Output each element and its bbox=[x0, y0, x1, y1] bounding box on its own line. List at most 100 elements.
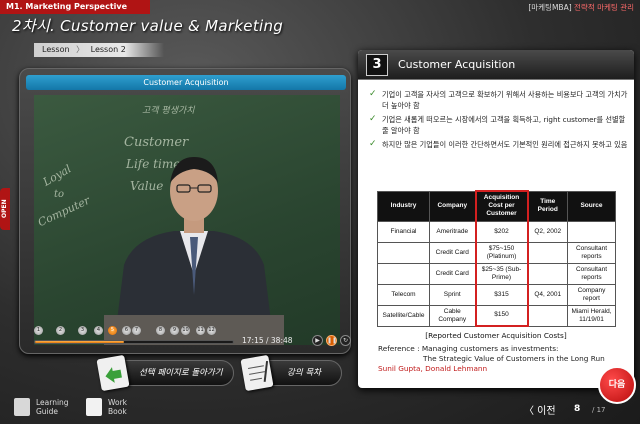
table-cell: Cable Company bbox=[429, 304, 476, 327]
checkmark-icon: ✓ bbox=[369, 89, 377, 99]
brand-label: [마케팅MBA] 전략적 마케팅 관리 bbox=[528, 2, 634, 13]
table-cell: $150 bbox=[474, 304, 529, 327]
player-title: Customer Acquisition bbox=[26, 75, 346, 90]
reference-author: Sunil Gupta, Donald Lehmann bbox=[378, 364, 488, 373]
checkmark-icon: ✓ bbox=[369, 139, 377, 149]
table-row: Satellite/Cable Cable Company $150 Miami… bbox=[377, 304, 616, 327]
bullet-text: 하지만 많은 기업들이 이러한 간단하면서도 기본적인 원리에 접근하지 못하고… bbox=[382, 140, 628, 149]
table-cell: $202 bbox=[474, 220, 529, 243]
player-controls: 1 2 3 4 5 6 7 8 9 10 11 12 17:15 / 38:48… bbox=[30, 324, 351, 350]
bullet-item: ✓ 기업은 새롭게 떠오르는 시장에서의 고객을 획득하고, right cus… bbox=[368, 114, 628, 136]
progress-fill bbox=[35, 341, 125, 343]
brand-suffix: 전략적 마케팅 관리 bbox=[574, 3, 634, 12]
replay-icon[interactable]: ↻ bbox=[340, 335, 351, 346]
chapter-marker[interactable]: 1 bbox=[34, 326, 43, 335]
total-pages: / 17 bbox=[592, 406, 606, 414]
table-row: Credit Card $25~35 (Sub-Prime) Consultan… bbox=[377, 262, 616, 285]
slide-number: 3 bbox=[366, 54, 388, 76]
course-label: M1. Marketing Perspective bbox=[0, 0, 150, 14]
workbook-icon bbox=[86, 398, 102, 416]
breadcrumb-lesson[interactable]: Lesson bbox=[42, 45, 70, 54]
bullet-text: 기업은 새롭게 떠오르는 시장에서의 고객을 획득하고, right custo… bbox=[382, 115, 626, 135]
chapter-marker-active[interactable]: 5 bbox=[108, 326, 117, 335]
prev-page-button[interactable]: 〈 이전 bbox=[524, 402, 556, 417]
breadcrumb-separator: 〉 bbox=[76, 45, 85, 54]
reference-title: The Strategic Value of Customers in the … bbox=[423, 354, 605, 363]
chapter-marker[interactable]: 4 bbox=[94, 326, 103, 335]
table-cell: Consultant reports bbox=[567, 241, 616, 264]
bullet-list: ✓ 기업이 고객을 자사의 고객으로 확보하기 위해서 사용하는 비용보다 고객… bbox=[368, 89, 628, 155]
learning-guide-line-2: Guide bbox=[36, 407, 59, 416]
pause-icon[interactable]: ❚❚ bbox=[326, 335, 337, 346]
brand-prefix: [마케팅MBA] bbox=[528, 3, 572, 12]
page-return-icon bbox=[96, 354, 130, 392]
table-cell: Company report bbox=[567, 283, 616, 306]
chapter-marker[interactable]: 11 bbox=[196, 326, 205, 335]
video-frame[interactable]: 고객 평생가치 Customer Life time Value Loyal t… bbox=[34, 95, 340, 345]
column-header: Time Period bbox=[527, 190, 568, 222]
table-cell bbox=[527, 241, 568, 264]
back-to-menu-button[interactable]: 선택 페이지로 돌아가기 bbox=[96, 354, 234, 392]
table-cell: Financial bbox=[377, 220, 430, 243]
learning-guide-label: Learning Guide bbox=[36, 398, 69, 416]
table-cell: Credit Card bbox=[429, 262, 476, 285]
chapter-marker[interactable]: 12 bbox=[207, 326, 216, 335]
chapter-marker[interactable]: 2 bbox=[56, 326, 65, 335]
table-cell: Consultant reports bbox=[567, 262, 616, 285]
table-cell: $75~150 (Platinum) bbox=[474, 241, 529, 264]
table-cell: Satellite/Cable bbox=[377, 304, 430, 327]
chapter-marker[interactable]: 7 bbox=[132, 326, 141, 335]
table-row: Financial Ameritrade $202 Q2, 2002 bbox=[377, 220, 616, 243]
breadcrumb: Lesson 〉 Lesson 2 bbox=[34, 43, 164, 57]
progress-bar[interactable] bbox=[34, 340, 234, 344]
slide-title: Customer Acquisition bbox=[398, 58, 516, 71]
checkmark-icon: ✓ bbox=[369, 114, 377, 124]
guide-book-icon bbox=[14, 398, 30, 416]
table-row: Credit Card $75~150 (Platinum) Consultan… bbox=[377, 241, 616, 264]
chalk-note: 고객 평생가치 bbox=[142, 106, 195, 116]
table-cell: Telecom bbox=[377, 283, 430, 306]
column-header-highlighted: Acquisition Cost per Customer bbox=[474, 190, 529, 222]
chapter-marker[interactable]: 3 bbox=[78, 326, 87, 335]
next-page-button[interactable]: 다음 bbox=[598, 366, 636, 404]
table-cell: $315 bbox=[474, 283, 529, 306]
table-cell bbox=[527, 262, 568, 285]
open-tab[interactable]: OPEN bbox=[0, 188, 10, 230]
table-cell: Q2, 2002 bbox=[527, 220, 568, 243]
learning-guide-line-1: Learning bbox=[36, 398, 69, 407]
chapter-marker[interactable]: 9 bbox=[170, 326, 179, 335]
chapter-marker[interactable]: 6 bbox=[122, 326, 131, 335]
table-cell: Q4, 2001 bbox=[527, 283, 568, 306]
table-cell bbox=[567, 220, 616, 243]
bullet-text: 기업이 고객을 자사의 고객으로 확보하기 위해서 사용하는 비용보다 고객의 … bbox=[382, 90, 628, 110]
table-cell bbox=[377, 241, 430, 264]
playback-time: 17:15 / 38:48 bbox=[242, 336, 293, 345]
lesson-title: 2차시. Customer value & Marketing bbox=[12, 17, 284, 35]
table-cell: $25~35 (Sub-Prime) bbox=[474, 262, 529, 285]
table-cell bbox=[527, 304, 568, 327]
play-icon[interactable]: ▶ bbox=[312, 335, 323, 346]
column-header: Industry bbox=[377, 190, 430, 222]
table-cell: Credit Card bbox=[429, 241, 476, 264]
video-player: Customer Acquisition 고객 평생가치 Customer Li… bbox=[19, 68, 351, 354]
chapter-marker[interactable]: 10 bbox=[181, 326, 190, 335]
presenter-figure bbox=[104, 157, 284, 345]
column-header: Company bbox=[429, 190, 476, 222]
back-to-menu-label: 선택 페이지로 돌아가기 bbox=[139, 368, 223, 378]
bullet-item: ✓ 하지만 많은 기업들이 이러한 간단하면서도 기본적인 원리에 접근하지 못… bbox=[368, 139, 628, 151]
chapter-marker[interactable]: 8 bbox=[156, 326, 165, 335]
column-header: Source bbox=[567, 190, 616, 222]
acquisition-cost-table: Industry Company Acquisition Cost per Cu… bbox=[377, 190, 616, 327]
lecture-contents-label: 강의 목차 bbox=[287, 368, 321, 378]
reference-label: Reference : Managing customers as invest… bbox=[378, 344, 559, 353]
reference: Reference : Managing customers as invest… bbox=[378, 344, 605, 374]
work-book-label: Work Book bbox=[108, 398, 127, 416]
table-cell: Sprint bbox=[429, 283, 476, 306]
current-page: 8 bbox=[574, 404, 581, 414]
breadcrumb-current: Lesson 2 bbox=[90, 45, 126, 54]
slide-panel: 3 Customer Acquisition ✓ 기업이 고객을 자사의 고객으… bbox=[358, 50, 634, 388]
lecture-contents-button[interactable]: 강의 목차 bbox=[240, 354, 342, 392]
work-book-line-1: Work bbox=[108, 398, 127, 407]
table-row: Telecom Sprint $315 Q4, 2001 Company rep… bbox=[377, 283, 616, 306]
table-cell bbox=[377, 262, 430, 285]
